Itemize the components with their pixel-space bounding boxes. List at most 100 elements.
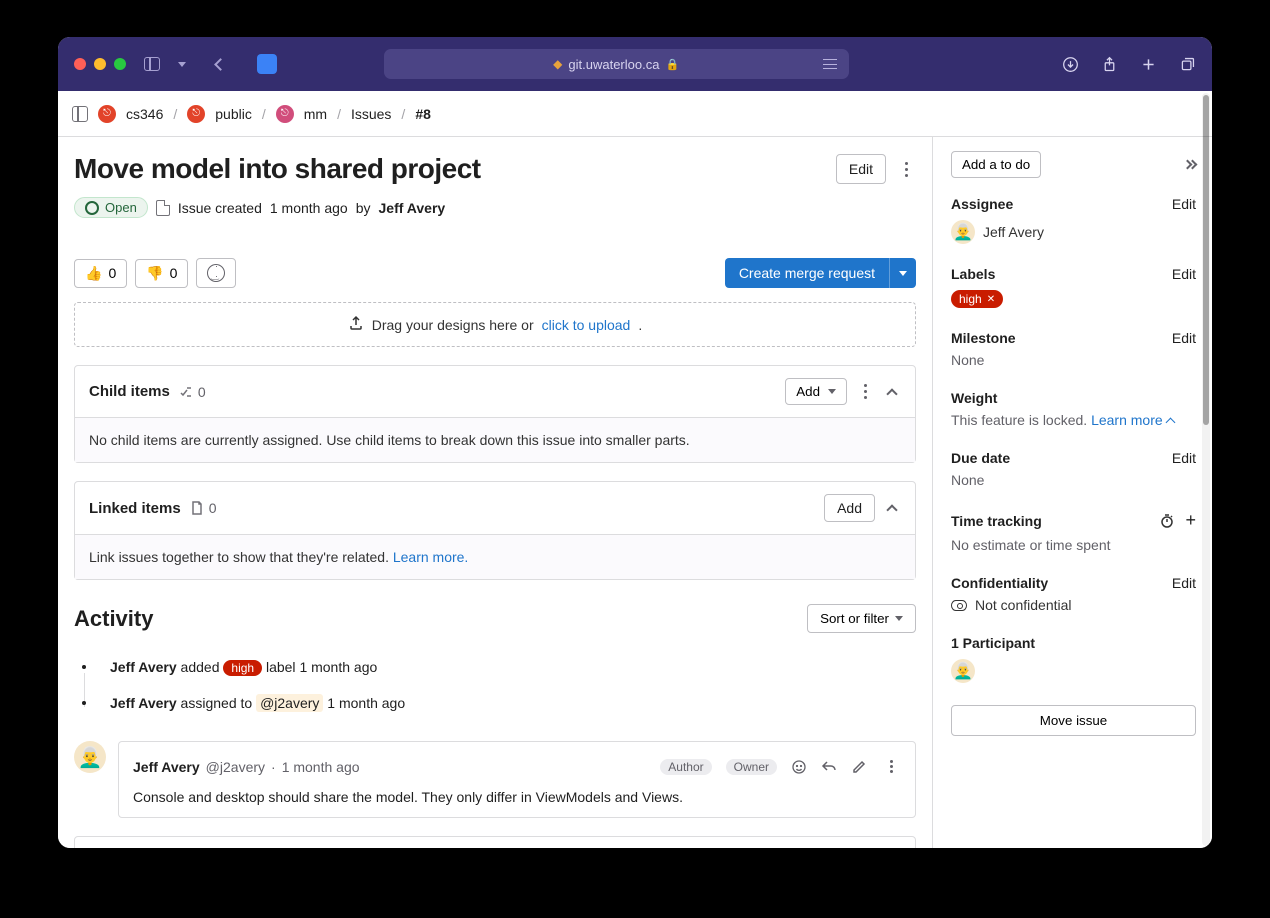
comment-author[interactable]: Jeff Avery [133, 759, 200, 775]
issue-meta: Open Issue created 1 month ago by Jeff A… [74, 197, 916, 218]
titlebar: ◆ git.uwaterloo.ca 🔒 [58, 37, 1212, 91]
comment-box: Jeff Avery @j2avery · 1 month ago Author… [118, 741, 916, 818]
time-tracking-block: Time tracking + No estimate or time spen… [951, 510, 1196, 553]
breadcrumb-separator: / [262, 106, 266, 122]
create-merge-request-dropdown[interactable] [889, 258, 916, 288]
scrollbar[interactable] [1202, 93, 1210, 846]
add-reaction-button[interactable] [196, 258, 236, 288]
fullscreen-window-button[interactable] [114, 58, 126, 70]
issue-title: Move model into shared project [74, 153, 826, 185]
due-date-edit[interactable]: Edit [1172, 450, 1196, 466]
add-todo-button[interactable]: Add a to do [951, 151, 1041, 178]
designs-text: Drag your designs here or [372, 317, 534, 333]
comment-header: Jeff Avery @j2avery · 1 month ago Author… [133, 754, 901, 779]
sort-filter-button[interactable]: Sort or filter [807, 604, 916, 633]
user-mention[interactable]: @j2avery [256, 694, 323, 712]
breadcrumb-public[interactable]: public [215, 106, 252, 122]
comment-actions: Author Owner [660, 754, 901, 779]
panel-toggle-icon[interactable] [72, 106, 88, 122]
add-child-item-button[interactable]: Add [785, 378, 847, 405]
breadcrumb-cs346[interactable]: cs346 [126, 106, 163, 122]
bullet-icon [82, 701, 86, 705]
eye-icon [951, 600, 967, 611]
tab-overview-icon[interactable] [1179, 56, 1196, 73]
create-merge-request-button[interactable]: Create merge request [725, 258, 889, 288]
system-notes: Jeff Avery added high label 1 month ago … [82, 649, 916, 721]
assignee-name[interactable]: Jeff Avery [983, 224, 1044, 240]
stopwatch-icon[interactable] [1159, 513, 1175, 529]
label-chip-high[interactable]: high [951, 290, 1003, 308]
milestone-edit[interactable]: Edit [1172, 330, 1196, 346]
scrollbar-thumb[interactable] [1203, 95, 1209, 425]
milestone-block: MilestoneEdit None [951, 330, 1196, 368]
chevron-up-icon [886, 388, 897, 399]
click-to-upload-link[interactable]: click to upload [542, 317, 631, 333]
avatar[interactable]: 👨‍🦳 [951, 220, 975, 244]
collapse-child-items-button[interactable] [883, 383, 901, 401]
due-date-block: Due dateEdit None [951, 450, 1196, 488]
main-column: Move model into shared project Edit Open… [58, 137, 932, 848]
linked-items-empty: Link issues together to show that they'r… [75, 534, 915, 579]
downloads-icon[interactable] [1062, 56, 1079, 73]
note-actor[interactable]: Jeff Avery [110, 695, 177, 711]
child-items-menu-icon[interactable] [855, 378, 875, 405]
linked-items-learn-more[interactable]: Learn more. [393, 549, 468, 565]
milestone-value: None [951, 352, 1196, 368]
note-actor[interactable]: Jeff Avery [110, 659, 177, 675]
minimize-window-button[interactable] [94, 58, 106, 70]
add-linked-item-button[interactable]: Add [824, 494, 875, 522]
avatar[interactable]: 👨‍🦳 [951, 659, 975, 683]
sidebar-toggle-icon[interactable] [144, 57, 160, 71]
labels-edit[interactable]: Edit [1172, 266, 1196, 282]
move-issue-button[interactable]: Move issue [951, 705, 1196, 736]
system-note: Jeff Avery added high label 1 month ago [82, 649, 916, 685]
comment-handle[interactable]: @j2avery [206, 759, 265, 775]
child-items-empty: No child items are currently assigned. U… [75, 417, 915, 462]
edit-button[interactable]: Edit [836, 154, 886, 184]
designs-dropzone[interactable]: Drag your designs here or click to uploa… [74, 302, 916, 347]
weight-learn-more[interactable]: Learn more [1091, 412, 1163, 428]
assignee-title: Assignee [951, 196, 1172, 212]
edit-icon[interactable] [851, 759, 867, 775]
tab-group-chevron-icon[interactable] [178, 62, 186, 67]
thumbs-down-icon: 👎 [146, 265, 163, 282]
issue-author[interactable]: Jeff Avery [379, 200, 446, 216]
weight-block: Weight This feature is locked. Learn mor… [951, 390, 1196, 428]
thumbs-up-count: 0 [108, 265, 116, 281]
toolbar-right [1062, 56, 1196, 73]
add-reaction-icon[interactable] [791, 759, 807, 775]
upload-icon [348, 315, 364, 334]
label-chip[interactable]: high [223, 660, 262, 676]
project-avatar-icon: ⎋ [276, 105, 294, 123]
thumbs-down-button[interactable]: 👎0 [135, 259, 188, 288]
avatar[interactable]: 👨‍🦳 [74, 741, 106, 773]
url-text: git.uwaterloo.ca [568, 57, 659, 72]
collapse-linked-items-button[interactable] [883, 499, 901, 517]
reply-icon[interactable] [821, 759, 837, 775]
bullet-icon [82, 665, 86, 669]
browser-window: ◆ git.uwaterloo.ca 🔒 ⎋ cs346 / ⎋ public … [58, 37, 1212, 848]
new-tab-icon[interactable] [1140, 56, 1157, 73]
comment-editor[interactable] [74, 836, 916, 848]
address-bar[interactable]: ◆ git.uwaterloo.ca 🔒 [384, 49, 849, 79]
share-icon[interactable] [1101, 56, 1118, 73]
add-time-icon[interactable]: + [1185, 510, 1196, 531]
collapse-sidebar-icon[interactable] [1184, 161, 1196, 168]
breadcrumb-mm[interactable]: mm [304, 106, 327, 122]
assignee-edit[interactable]: Edit [1172, 196, 1196, 212]
due-date-title: Due date [951, 450, 1172, 466]
participants-block: 1 Participant 👨‍🦳 [951, 635, 1196, 683]
time-tracking-value: No estimate or time spent [951, 537, 1196, 553]
reader-mode-icon[interactable] [823, 59, 837, 69]
back-button-icon[interactable] [214, 58, 227, 71]
comment-menu-icon[interactable] [881, 754, 901, 779]
comment: 👨‍🦳 Jeff Avery @j2avery · 1 month ago Au… [74, 741, 916, 818]
close-window-button[interactable] [74, 58, 86, 70]
issue-actions-menu-icon[interactable] [896, 156, 916, 183]
confidentiality-edit[interactable]: Edit [1172, 575, 1196, 591]
chevron-up-icon [886, 504, 897, 515]
thumbs-up-button[interactable]: 👍0 [74, 259, 127, 288]
issue-icon [156, 200, 170, 216]
breadcrumb-issues[interactable]: Issues [351, 106, 391, 122]
merge-request-group: Create merge request [725, 258, 916, 288]
